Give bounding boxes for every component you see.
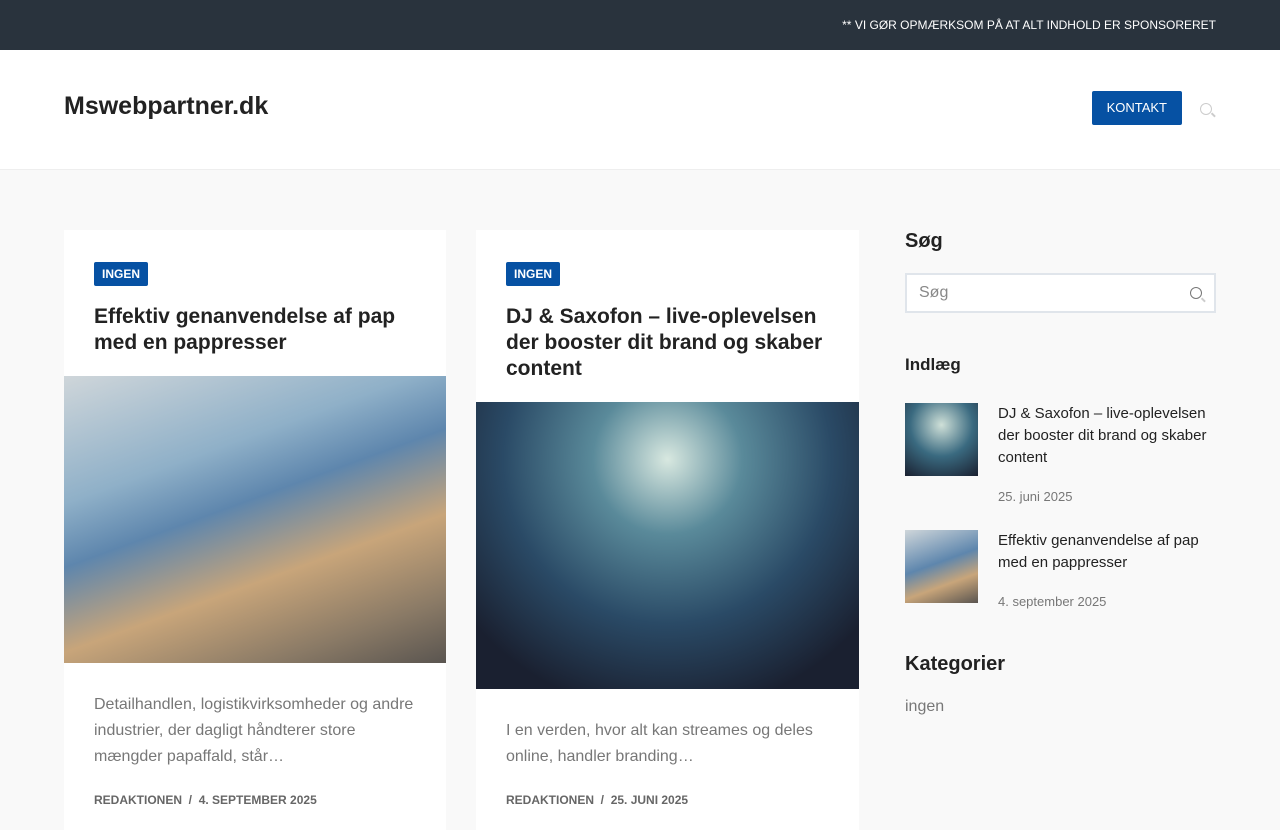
post-excerpt: I en verden, hvor alt kan streames og de…: [506, 722, 813, 765]
search-heading: Søg: [905, 230, 943, 252]
site-header: Mswebpartner.dk KONTAKT: [0, 50, 1280, 170]
post-author[interactable]: REDAKTIONEN: [506, 793, 594, 807]
categories-heading: Kategorier: [905, 653, 1006, 675]
sponsor-notice: ** VI GØR OPMÆRKSOM PÅ AT ALT INDHOLD ER…: [842, 18, 1216, 32]
category-link[interactable]: ingen: [905, 698, 1216, 716]
search-placeholder: Søg: [919, 284, 949, 301]
post-image-cardboard-press[interactable]: [64, 376, 446, 663]
post-title[interactable]: Effektiv genanvendelse af pap med en pap…: [94, 304, 416, 356]
header-search-button[interactable]: [1200, 102, 1216, 118]
recent-post-item: Effektiv genanvendelse af pap med en pap…: [905, 530, 1216, 609]
post-image-dj-saxophone[interactable]: [476, 402, 859, 689]
search-icon[interactable]: [1190, 287, 1202, 299]
contact-button[interactable]: KONTAKT: [1091, 91, 1182, 125]
sidebar-search-input[interactable]: Søg: [905, 273, 1216, 313]
posts-heading: Indlæg: [905, 355, 961, 374]
post-title[interactable]: DJ & Saxofon – live-oplevelsen der boost…: [506, 304, 829, 382]
category-badge[interactable]: INGEN: [94, 262, 149, 286]
post-date: 4. SEPTEMBER 2025: [198, 793, 317, 807]
sidebar: Søg Søg Indlæg DJ & Saxofon – live-oplev…: [905, 230, 1216, 716]
recent-post-thumbnail[interactable]: [905, 403, 978, 476]
search-icon: [1200, 102, 1212, 115]
recent-post-date: 25. juni 2025: [998, 489, 1073, 504]
category-badge[interactable]: INGEN: [506, 262, 561, 286]
site-title[interactable]: Mswebpartner.dk: [64, 92, 1092, 121]
recent-post-thumbnail[interactable]: [905, 530, 978, 603]
post-meta: REDAKTIONEN / 4. SEPTEMBER 2025: [94, 793, 317, 807]
top-notice-bar: ** VI GØR OPMÆRKSOM PÅ AT ALT INDHOLD ER…: [0, 0, 1280, 50]
post-excerpt: Detailhandlen, logistikvirksomheder og a…: [94, 696, 414, 765]
recent-post-item: DJ & Saxofon – live-oplevelsen der boost…: [905, 403, 1216, 504]
post-date: 25. JUNI 2025: [610, 793, 689, 807]
post-meta: REDAKTIONEN / 25. JUNI 2025: [506, 793, 689, 807]
post-card: INGEN Effektiv genanvendelse af pap med …: [64, 230, 446, 830]
recent-post-title[interactable]: DJ & Saxofon – live-oplevelsen der boost…: [998, 405, 1206, 466]
recent-post-date: 4. september 2025: [998, 594, 1107, 609]
post-author[interactable]: REDAKTIONEN: [94, 793, 182, 807]
recent-post-title[interactable]: Effektiv genanvendelse af pap med en pap…: [998, 532, 1199, 571]
post-card: INGEN DJ & Saxofon – live-oplevelsen der…: [476, 230, 859, 830]
